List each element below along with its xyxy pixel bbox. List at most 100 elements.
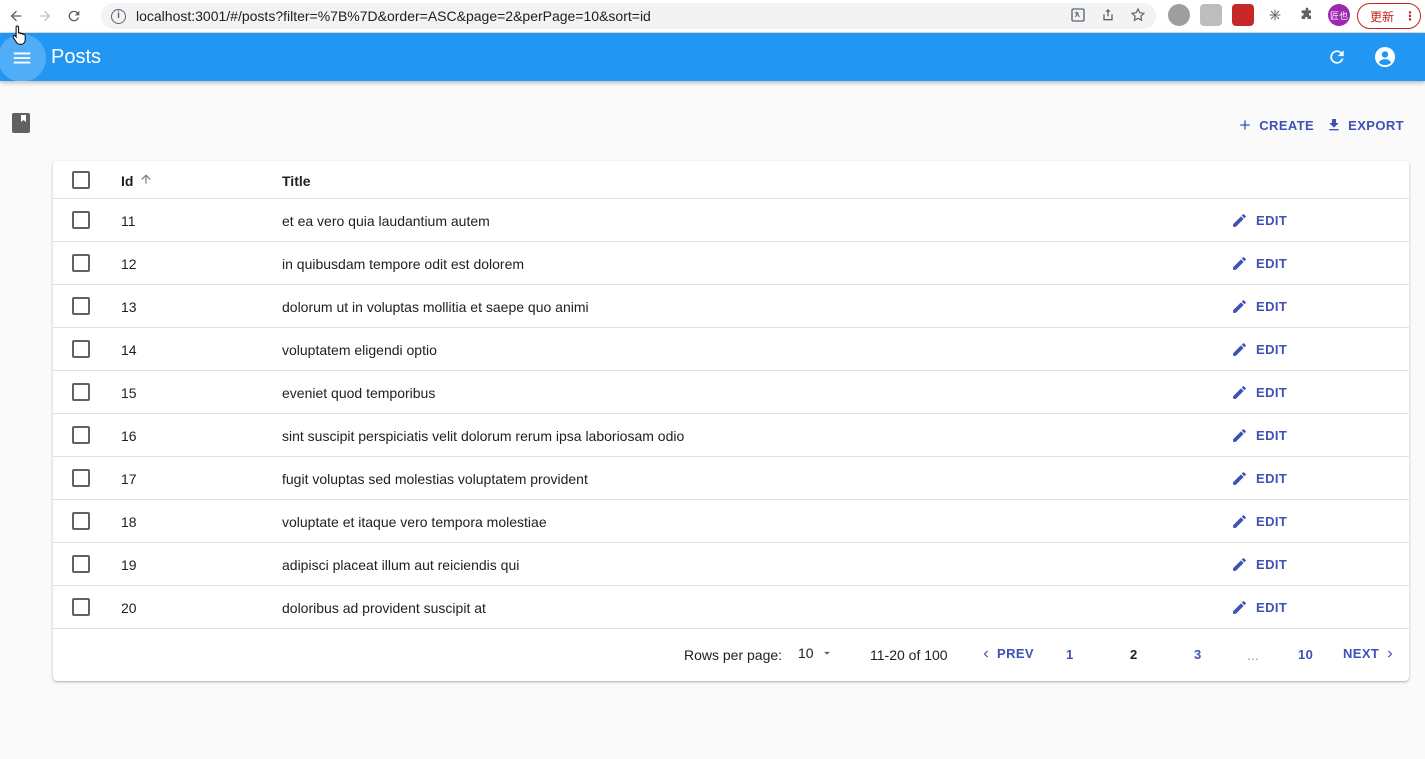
refresh-icon: [1330, 50, 1344, 64]
site-info-icon[interactable]: i: [111, 8, 126, 24]
account-circle-icon: [1375, 47, 1395, 67]
row-id: 15: [121, 385, 137, 401]
row-checkbox[interactable]: [72, 297, 90, 315]
row-checkbox[interactable]: [72, 383, 90, 401]
export-button[interactable]: EXPORT: [1326, 117, 1404, 133]
edit-label: EDIT: [1256, 256, 1288, 271]
page-10-button[interactable]: 10: [1298, 647, 1313, 662]
app-bar: Posts: [0, 33, 1425, 82]
row-title: adipisci placeat illum aut reiciendis qu…: [282, 557, 520, 573]
page-1-button[interactable]: 1: [1066, 647, 1074, 662]
next-label: NEXT: [1343, 646, 1380, 661]
edit-button[interactable]: EDIT: [1231, 212, 1287, 229]
row-checkbox[interactable]: [72, 254, 90, 272]
pagination: Rows per page: 10 11-20 of 100 PREV 1 2 …: [53, 629, 1409, 681]
table-row[interactable]: 12 in quibusdam tempore odit est dolorem…: [53, 242, 1409, 285]
network-icon[interactable]: [1264, 4, 1286, 26]
extension-icon[interactable]: [1232, 4, 1254, 26]
chevron-left-icon: [983, 650, 988, 657]
edit-label: EDIT: [1256, 557, 1288, 572]
row-id: 13: [121, 299, 137, 315]
row-id: 12: [121, 256, 137, 272]
row-id: 19: [121, 557, 137, 573]
rows-per-page-select[interactable]: 10: [798, 645, 834, 661]
pointer-cursor-icon: [12, 25, 26, 45]
pencil-icon: [1233, 472, 1246, 485]
edit-label: EDIT: [1256, 213, 1288, 228]
table-row[interactable]: 18 voluptate et itaque vero tempora mole…: [53, 500, 1409, 543]
row-checkbox[interactable]: [72, 555, 90, 573]
table-row[interactable]: 15 eveniet quod temporibus EDIT: [53, 371, 1409, 414]
extension-icon[interactable]: [1200, 4, 1222, 26]
row-checkbox[interactable]: [72, 598, 90, 616]
page-ellipsis: ...: [1247, 647, 1259, 663]
row-checkbox[interactable]: [72, 469, 90, 487]
table-row[interactable]: 17 fugit voluptas sed molestias voluptat…: [53, 457, 1409, 500]
table-header-row: Id Title: [53, 161, 1409, 199]
edit-button[interactable]: EDIT: [1231, 513, 1287, 530]
edit-label: EDIT: [1256, 342, 1288, 357]
book-icon: [12, 113, 30, 138]
row-title: et ea vero quia laudantium autem: [282, 213, 490, 229]
address-bar[interactable]: i localhost:3001/#/posts?filter=%7B%7D&o…: [101, 3, 1156, 29]
edit-button[interactable]: EDIT: [1231, 427, 1287, 444]
select-all-checkbox[interactable]: [72, 171, 90, 189]
row-checkbox[interactable]: [72, 340, 90, 358]
row-id: 18: [121, 514, 137, 530]
share-icon[interactable]: [1100, 7, 1116, 26]
row-id: 17: [121, 471, 137, 487]
edit-label: EDIT: [1256, 385, 1288, 400]
add-icon: [1240, 120, 1250, 130]
row-checkbox[interactable]: [72, 211, 90, 229]
hamburger-icon: [13, 52, 31, 64]
edit-label: EDIT: [1256, 471, 1288, 486]
profile-avatar[interactable]: 匠也: [1328, 4, 1350, 26]
table-row[interactable]: 20 doloribus ad provident suscipit at ED…: [53, 586, 1409, 629]
table-row[interactable]: 16 sint suscipit perspiciatis velit dolo…: [53, 414, 1409, 457]
pencil-icon: [1233, 429, 1246, 442]
table-row[interactable]: 19 adipisci placeat illum aut reiciendis…: [53, 543, 1409, 586]
row-title: voluptatem eligendi optio: [282, 342, 437, 358]
reload-icon[interactable]: [61, 3, 87, 29]
column-header-title[interactable]: Title: [282, 173, 311, 189]
edit-button[interactable]: EDIT: [1231, 384, 1287, 401]
row-checkbox[interactable]: [72, 426, 90, 444]
edit-button[interactable]: EDIT: [1231, 341, 1287, 358]
page-3-button[interactable]: 3: [1194, 647, 1202, 662]
table-row[interactable]: 11 et ea vero quia laudantium autem EDIT: [53, 199, 1409, 242]
create-button[interactable]: CREATE: [1237, 117, 1314, 133]
pencil-icon: [1233, 558, 1246, 571]
rows-per-page-label: Rows per page:: [684, 647, 783, 663]
edit-button[interactable]: EDIT: [1231, 298, 1287, 315]
user-menu-button[interactable]: [1370, 42, 1400, 72]
refresh-button[interactable]: [1322, 42, 1352, 72]
row-checkbox[interactable]: [72, 512, 90, 530]
arrow-upward-icon[interactable]: [139, 172, 153, 186]
export-label: EXPORT: [1348, 117, 1404, 133]
forward-icon[interactable]: [32, 3, 58, 29]
list-actions: CREATE EXPORT: [1237, 117, 1404, 133]
puzzle-icon[interactable]: [1296, 4, 1318, 26]
page-title: Posts: [51, 46, 102, 68]
next-page-button[interactable]: NEXT: [1343, 646, 1397, 661]
edit-label: EDIT: [1256, 600, 1288, 615]
row-title: sint suscipit perspiciatis velit dolorum…: [282, 428, 685, 444]
row-id: 20: [121, 600, 137, 616]
edit-button[interactable]: EDIT: [1231, 255, 1287, 272]
prev-label: PREV: [997, 646, 1035, 661]
table-row[interactable]: 14 voluptatem eligendi optio EDIT: [53, 328, 1409, 371]
prev-page-button[interactable]: PREV: [979, 646, 1034, 661]
edit-button[interactable]: EDIT: [1231, 470, 1287, 487]
extension-icon[interactable]: [1168, 4, 1190, 26]
edit-button[interactable]: EDIT: [1231, 599, 1287, 616]
column-header-id[interactable]: Id: [121, 173, 133, 189]
table-row[interactable]: 13 dolorum ut in voluptas mollitia et sa…: [53, 285, 1409, 328]
edit-label: EDIT: [1256, 299, 1288, 314]
pencil-icon: [1233, 300, 1246, 313]
bookmark-star-icon[interactable]: [1130, 7, 1146, 26]
translate-icon[interactable]: [1070, 7, 1086, 26]
edit-button[interactable]: EDIT: [1231, 556, 1287, 573]
rows-per-page-value: 10: [798, 645, 814, 661]
edit-label: EDIT: [1256, 428, 1288, 443]
browser-update-button[interactable]: 更新 ⋮: [1357, 3, 1421, 29]
